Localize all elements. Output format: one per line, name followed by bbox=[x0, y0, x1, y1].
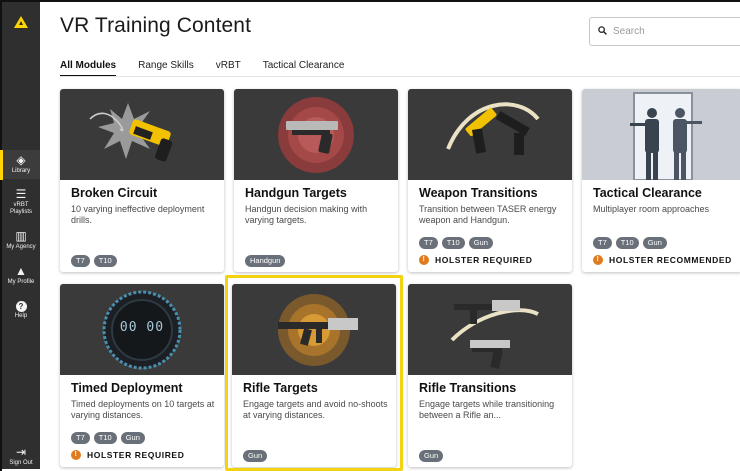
card-description: Multiplayer room approaches bbox=[593, 204, 710, 214]
card-tags: T7 T10 bbox=[71, 255, 117, 267]
alert-icon: ! bbox=[71, 450, 81, 460]
module-card-broken-circuit[interactable]: Broken Circuit 10 varying ineffective de… bbox=[60, 89, 224, 272]
alert-icon: ! bbox=[593, 255, 603, 265]
card-description: Handgun decision making with varying tar… bbox=[245, 204, 368, 225]
tag-badge: T7 bbox=[71, 432, 90, 444]
tag-badge: T7 bbox=[71, 255, 90, 267]
search-icon bbox=[598, 26, 607, 37]
card-description: 10 varying ineffective deployment drills… bbox=[71, 204, 205, 225]
card-title: Rifle Targets bbox=[243, 381, 318, 395]
sidebar-item-label: My Agency bbox=[6, 244, 36, 250]
card-description: Engage targets and avoid no-shoots at va… bbox=[243, 399, 388, 420]
rifle-target-illustration bbox=[232, 284, 396, 375]
sign-out-button[interactable]: ⇥ Sign Out bbox=[2, 446, 40, 467]
tag-badge: T10 bbox=[93, 255, 117, 267]
sidebar: ◈ Library ☰ vRBT Playlists ▥ My Agency ▲… bbox=[0, 2, 40, 469]
tag-badge: Gun bbox=[243, 450, 268, 462]
module-card-rifle-transitions[interactable]: Rifle Transitions Engage targets while t… bbox=[408, 284, 572, 467]
tab-all-modules[interactable]: All Modules bbox=[60, 60, 117, 77]
sidebar-item-library[interactable]: ◈ Library bbox=[0, 150, 40, 180]
sidebar-item-my-agency[interactable]: ▥ My Agency bbox=[2, 230, 40, 251]
sidebar-item-vrbt-playlists[interactable]: ☰ vRBT Playlists bbox=[2, 188, 40, 216]
module-card-rifle-targets[interactable]: Rifle Targets Engage targets and avoid n… bbox=[232, 284, 396, 467]
help-icon: ? bbox=[15, 301, 27, 312]
tab-range-skills[interactable]: Range Skills bbox=[138, 60, 194, 77]
holster-label: HOLSTER RECOMMENDED bbox=[609, 255, 732, 265]
tag-badge: Gun bbox=[120, 432, 145, 444]
module-card-handgun-targets[interactable]: Handgun Targets Handgun decision making … bbox=[234, 89, 398, 272]
search-input[interactable] bbox=[613, 26, 723, 37]
card-description: Transition between TASER energy weapon a… bbox=[419, 204, 557, 225]
sidebar-item-label: vRBT Playlists bbox=[9, 202, 32, 215]
person-icon: ▲ bbox=[15, 264, 27, 278]
holster-status: ! HOLSTER REQUIRED bbox=[71, 450, 184, 460]
logo-icon[interactable] bbox=[2, 8, 40, 36]
timer-readout: 00 00 bbox=[119, 320, 165, 335]
card-description: Timed deployments on 10 targets at varyi… bbox=[71, 399, 215, 420]
layers-icon: ◈ bbox=[16, 153, 26, 167]
card-tags: Gun bbox=[243, 450, 268, 462]
sign-out-icon: ⇥ bbox=[15, 445, 27, 459]
card-title: Rifle Transitions bbox=[419, 381, 517, 395]
tag-badge: T7 bbox=[419, 237, 438, 249]
sidebar-item-label: Help bbox=[14, 313, 28, 319]
building-icon: ▥ bbox=[15, 229, 27, 243]
module-card-tactical-clearance[interactable]: Tactical Clearance Multiplayer room appr… bbox=[582, 89, 740, 272]
tag-badge: T10 bbox=[441, 237, 465, 249]
tabs-divider bbox=[60, 76, 740, 77]
broken-taser-illustration bbox=[60, 89, 224, 180]
sidebar-item-help[interactable]: ? Help bbox=[2, 301, 40, 320]
card-tags: Gun bbox=[419, 450, 444, 462]
card-title: Handgun Targets bbox=[245, 186, 347, 200]
tag-badge: Gun bbox=[642, 237, 667, 249]
tag-badge: Gun bbox=[468, 237, 493, 249]
tag-badge: Handgun bbox=[245, 255, 286, 267]
tag-badge: T7 bbox=[593, 237, 612, 249]
tag-badge: Gun bbox=[419, 450, 444, 462]
officers-doorway-illustration bbox=[582, 89, 740, 181]
module-card-timed-deployment[interactable]: 00 00 Timed Deployment Timed deployments… bbox=[60, 284, 224, 467]
tag-badge: T10 bbox=[615, 237, 639, 249]
module-card-weapon-transitions[interactable]: Weapon Transitions Transition between TA… bbox=[408, 89, 572, 272]
holster-label: HOLSTER REQUIRED bbox=[435, 255, 533, 265]
module-tabs: All Modules Range Skills vRBT Tactical C… bbox=[60, 60, 366, 77]
digital-timer-illustration: 00 00 bbox=[60, 284, 224, 375]
page-title: VR Training Content bbox=[60, 14, 252, 37]
handgun-target-illustration bbox=[234, 89, 398, 180]
card-title: Timed Deployment bbox=[71, 381, 183, 395]
card-tags: Handgun bbox=[245, 255, 286, 267]
card-title: Broken Circuit bbox=[71, 186, 158, 200]
holster-status: ! HOLSTER RECOMMENDED bbox=[593, 255, 732, 265]
taser-and-handgun-illustration bbox=[408, 89, 572, 180]
tag-badge: T10 bbox=[93, 432, 117, 444]
playlist-icon: ☰ bbox=[15, 187, 27, 201]
rifle-and-handgun-illustration bbox=[408, 284, 572, 375]
holster-label: HOLSTER REQUIRED bbox=[87, 450, 185, 460]
card-title: Tactical Clearance bbox=[593, 186, 702, 200]
sidebar-item-label: My Profile bbox=[7, 279, 35, 285]
tab-vrbt[interactable]: vRBT bbox=[216, 60, 241, 77]
tab-tactical-clearance[interactable]: Tactical Clearance bbox=[263, 60, 345, 77]
search-box[interactable] bbox=[589, 17, 740, 46]
card-tags: T7 T10 Gun bbox=[419, 237, 493, 249]
sidebar-item-label: Library bbox=[11, 168, 31, 174]
card-title: Weapon Transitions bbox=[419, 186, 538, 200]
holster-status: ! HOLSTER REQUIRED bbox=[419, 255, 532, 265]
sidebar-item-label: Sign Out bbox=[9, 460, 33, 466]
alert-icon: ! bbox=[419, 255, 429, 265]
card-description: Engage targets while transitioning betwe… bbox=[419, 399, 555, 420]
card-tags: T7 T10 Gun bbox=[593, 237, 667, 249]
sidebar-item-my-profile[interactable]: ▲ My Profile bbox=[2, 265, 40, 286]
card-tags: T7 T10 Gun bbox=[71, 432, 145, 444]
